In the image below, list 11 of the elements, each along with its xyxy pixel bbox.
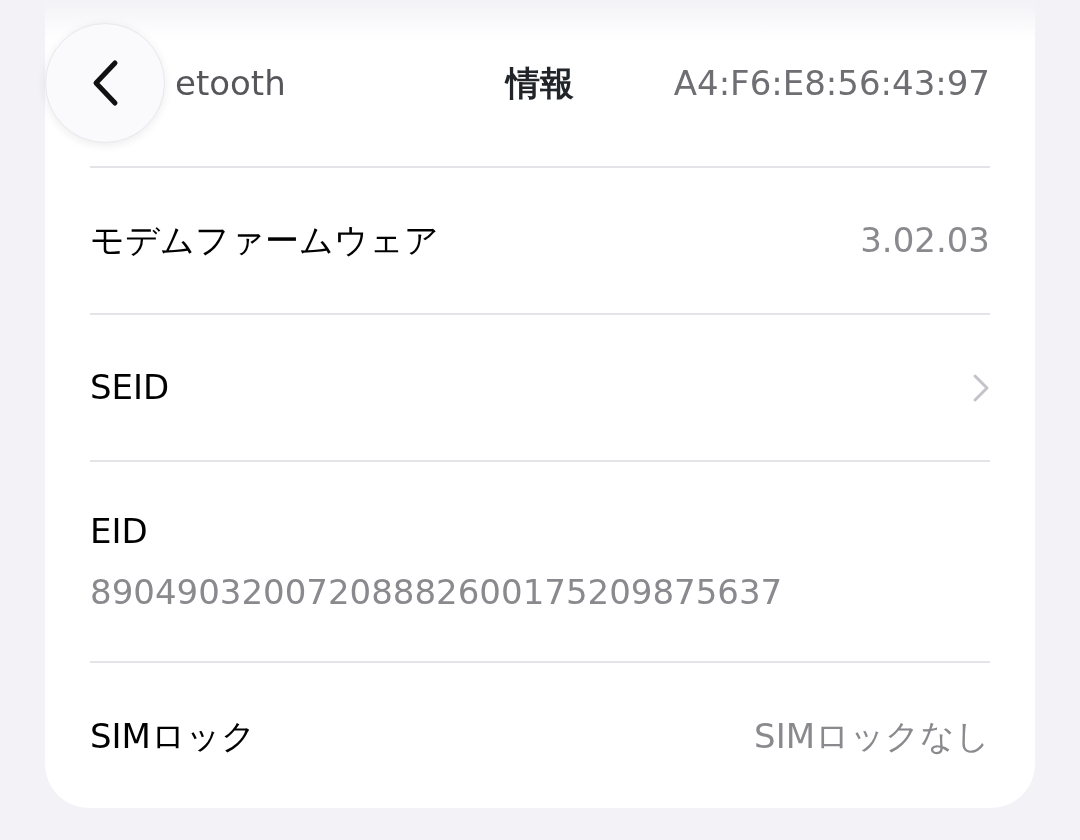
setting-detail: 89049032007208882600175209875637 [90, 570, 783, 614]
setting-value: A4:F6:E8:56:43:97 [673, 61, 990, 105]
setting-label: モデムファームウェア [90, 219, 439, 262]
setting-label: EID [90, 509, 148, 553]
chevron-icon [972, 372, 990, 403]
setting-label: etooth [175, 61, 286, 105]
setting-value: 3.02.03 [860, 219, 990, 262]
setting-label: SIMロック [90, 715, 256, 758]
page-title: 情報 [503, 62, 575, 105]
setting-label: SEID [90, 366, 170, 409]
setting-value: SIMロックなし [754, 715, 990, 758]
